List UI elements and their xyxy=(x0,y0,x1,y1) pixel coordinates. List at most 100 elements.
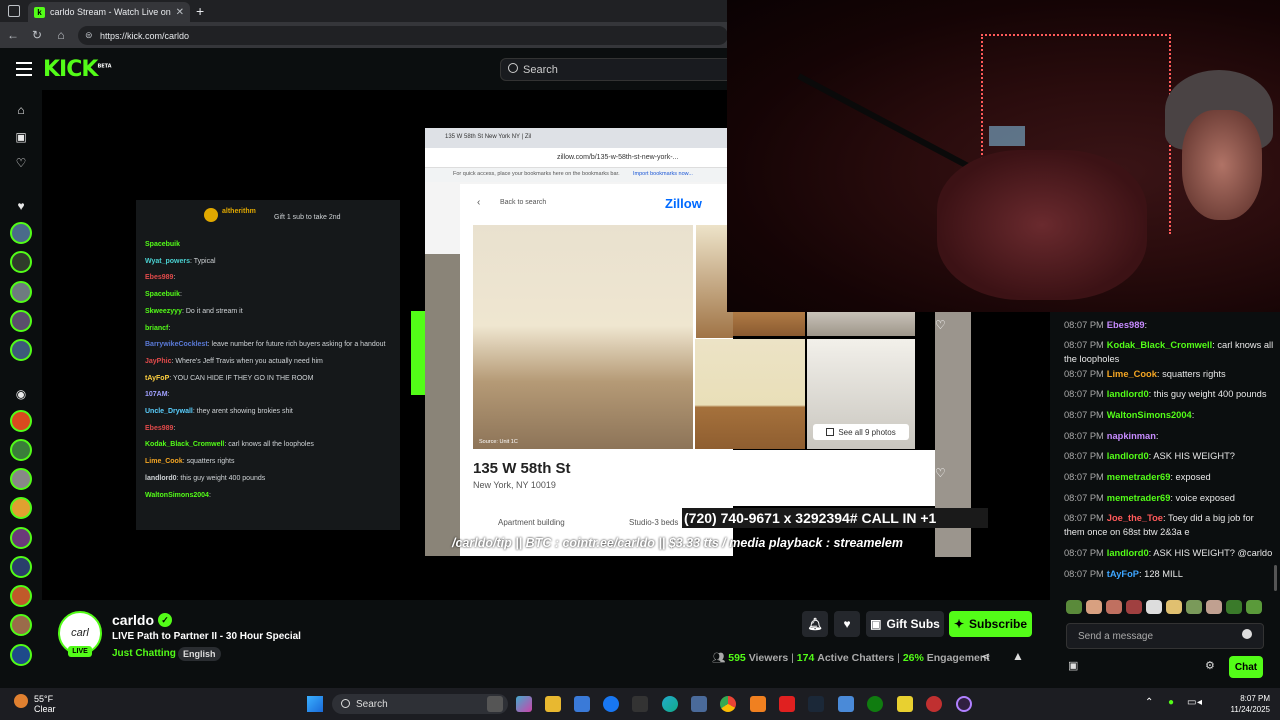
obs-icon[interactable] xyxy=(956,696,972,712)
chat-username[interactable]: napkinman xyxy=(1107,431,1156,441)
overlay-chat-user: Skweezyyy xyxy=(145,307,182,315)
copilot-icon[interactable] xyxy=(516,696,532,712)
edge-icon[interactable] xyxy=(662,696,678,712)
recommended-channel-avatar[interactable] xyxy=(10,410,32,432)
vlc-icon[interactable] xyxy=(750,696,766,712)
search-input[interactable]: Search xyxy=(500,58,740,81)
browser-tab[interactable]: k carldo Stream - Watch Live on Ki ✕ xyxy=(28,2,190,22)
weather-widget[interactable]: 55°F Clear xyxy=(34,694,56,714)
tray-chevron-icon[interactable]: ⌃ xyxy=(1145,697,1153,708)
report-icon[interactable]: ▲ xyxy=(1012,649,1024,663)
volume-icon[interactable]: ◂ xyxy=(1197,697,1202,708)
emote-icon[interactable] xyxy=(1106,600,1122,614)
emote-picker-icon[interactable] xyxy=(1242,629,1252,639)
followed-channel-avatar[interactable] xyxy=(10,251,32,273)
chat-scrollbar[interactable] xyxy=(1274,565,1277,591)
recommended-channel-avatar[interactable] xyxy=(10,527,32,549)
recommended-channel-avatar[interactable] xyxy=(10,585,32,607)
chat-username[interactable]: Kodak_Black_Cromwell xyxy=(1107,340,1212,350)
chat-username[interactable]: Lime_Cook xyxy=(1107,369,1157,379)
emote-icon[interactable] xyxy=(1146,600,1162,614)
url-field[interactable]: https://kick.com/carldo xyxy=(78,26,728,45)
phone-banner: (720) 740-9671 x 3292394# CALL IN +1 xyxy=(682,508,988,528)
reload-icon[interactable]: ↻ xyxy=(29,27,45,43)
overlay-chat-line: landlord0: this guy weight 400 pounds xyxy=(145,474,265,483)
taskbar-clock[interactable]: 8:07 PM 11/24/2025 xyxy=(1210,693,1270,715)
followed-channel-avatar[interactable] xyxy=(10,281,32,303)
chat-username[interactable]: memetrader69 xyxy=(1107,472,1171,482)
kick-logo[interactable]: KICKBETA xyxy=(43,57,112,82)
emote-icon[interactable] xyxy=(1206,600,1222,614)
mic-tray-icon[interactable]: ● xyxy=(1168,697,1174,708)
chrome-icon[interactable] xyxy=(720,696,736,712)
recommended-channel-avatar[interactable] xyxy=(10,644,32,666)
network-icon[interactable]: ▭ xyxy=(1187,697,1196,708)
followed-channel-avatar[interactable] xyxy=(10,310,32,332)
home-icon[interactable]: ⌂ xyxy=(53,27,69,43)
chat-message: 08:07 PM landlord0: ASK HIS WEIGHT? @carl… xyxy=(1064,546,1276,560)
chat-text: : voice exposed xyxy=(1170,493,1235,503)
recommended-channel-avatar[interactable] xyxy=(10,439,32,461)
emote-icon[interactable] xyxy=(1166,600,1182,614)
emote-icon[interactable] xyxy=(1066,600,1082,614)
chat-input[interactable]: Send a message xyxy=(1066,623,1264,649)
stream-category[interactable]: Just Chatting xyxy=(112,648,176,659)
chat-username[interactable]: Ebes989 xyxy=(1107,320,1145,330)
close-tab-icon[interactable]: ✕ xyxy=(176,7,184,18)
site-info-icon[interactable]: ⊜ xyxy=(85,30,93,41)
calculator-icon[interactable] xyxy=(691,696,707,712)
tab-actions-icon[interactable] xyxy=(8,5,20,17)
file-explorer-icon[interactable] xyxy=(545,696,561,712)
emote-icon[interactable] xyxy=(1086,600,1102,614)
task-view-icon[interactable] xyxy=(487,696,503,712)
notifications-button[interactable]: 🔔︎ xyxy=(802,611,828,637)
app-icon[interactable] xyxy=(838,696,854,712)
chat-username[interactable]: Joe_the_Toe xyxy=(1107,513,1163,523)
gift-subs-button[interactable]: ▣ Gift Subs xyxy=(866,611,944,637)
youtube-icon[interactable] xyxy=(779,696,795,712)
chat-username[interactable]: WaltonSimons2004 xyxy=(1107,410,1192,420)
chat-username[interactable]: memetrader69 xyxy=(1107,493,1171,503)
facebook-icon[interactable] xyxy=(603,696,619,712)
amazon-icon[interactable] xyxy=(632,696,648,712)
recommended-channel-avatar[interactable] xyxy=(10,497,32,519)
streamer-name[interactable]: carldo xyxy=(112,612,154,628)
see-all-photos-button: See all 9 photos xyxy=(813,424,909,440)
windows-start-icon[interactable] xyxy=(307,696,323,712)
subscribe-button[interactable]: ✦ Subscribe xyxy=(949,611,1032,637)
following-nav-icon[interactable]: ♡ xyxy=(13,156,29,172)
menu-icon[interactable] xyxy=(16,62,32,76)
overlay-chat-line: JayPhic: Where's Jeff Travis when you ac… xyxy=(145,357,323,366)
back-icon[interactable]: ← xyxy=(5,27,21,43)
recommended-channel-avatar[interactable] xyxy=(10,556,32,578)
chat-username[interactable]: tAyFoP xyxy=(1107,569,1139,579)
home-nav-icon[interactable]: ⌂ xyxy=(13,103,29,119)
emote-icon[interactable] xyxy=(1126,600,1142,614)
weather-icon[interactable] xyxy=(14,694,28,708)
followed-channel-avatar[interactable] xyxy=(10,339,32,361)
store-icon[interactable] xyxy=(574,696,590,712)
steam-icon[interactable] xyxy=(808,696,824,712)
chat-username[interactable]: landlord0 xyxy=(1107,451,1149,461)
xbox-icon[interactable] xyxy=(867,696,883,712)
chat-send-button[interactable]: Chat xyxy=(1229,656,1263,678)
emote-icon[interactable] xyxy=(1186,600,1202,614)
recommended-channel-avatar[interactable] xyxy=(10,614,32,636)
browse-nav-icon[interactable]: ▣ xyxy=(13,130,29,146)
sticky-notes-icon[interactable] xyxy=(897,696,913,712)
followed-channel-avatar[interactable] xyxy=(10,222,32,244)
taskbar-search[interactable]: Search xyxy=(332,694,508,714)
emote-icon[interactable] xyxy=(1246,600,1262,614)
chat-username[interactable]: landlord0 xyxy=(1107,389,1149,399)
zillow-tab-bar: 135 W 58th St New York NY | Zil xyxy=(425,128,733,148)
recommended-channel-avatar[interactable] xyxy=(10,468,32,490)
follow-button[interactable]: ♥ xyxy=(834,611,860,637)
share-icon[interactable]: ⋖ xyxy=(981,650,990,663)
emote-icon[interactable] xyxy=(1226,600,1242,614)
snipping-icon[interactable] xyxy=(926,696,942,712)
chat-settings-icon[interactable]: ⚙ xyxy=(1205,659,1215,672)
chat-username[interactable]: landlord0 xyxy=(1107,548,1149,558)
chat-gift-icon[interactable]: ▣ xyxy=(1068,659,1078,672)
new-tab-icon[interactable]: + xyxy=(196,3,204,19)
language-tag[interactable]: English xyxy=(178,647,221,661)
